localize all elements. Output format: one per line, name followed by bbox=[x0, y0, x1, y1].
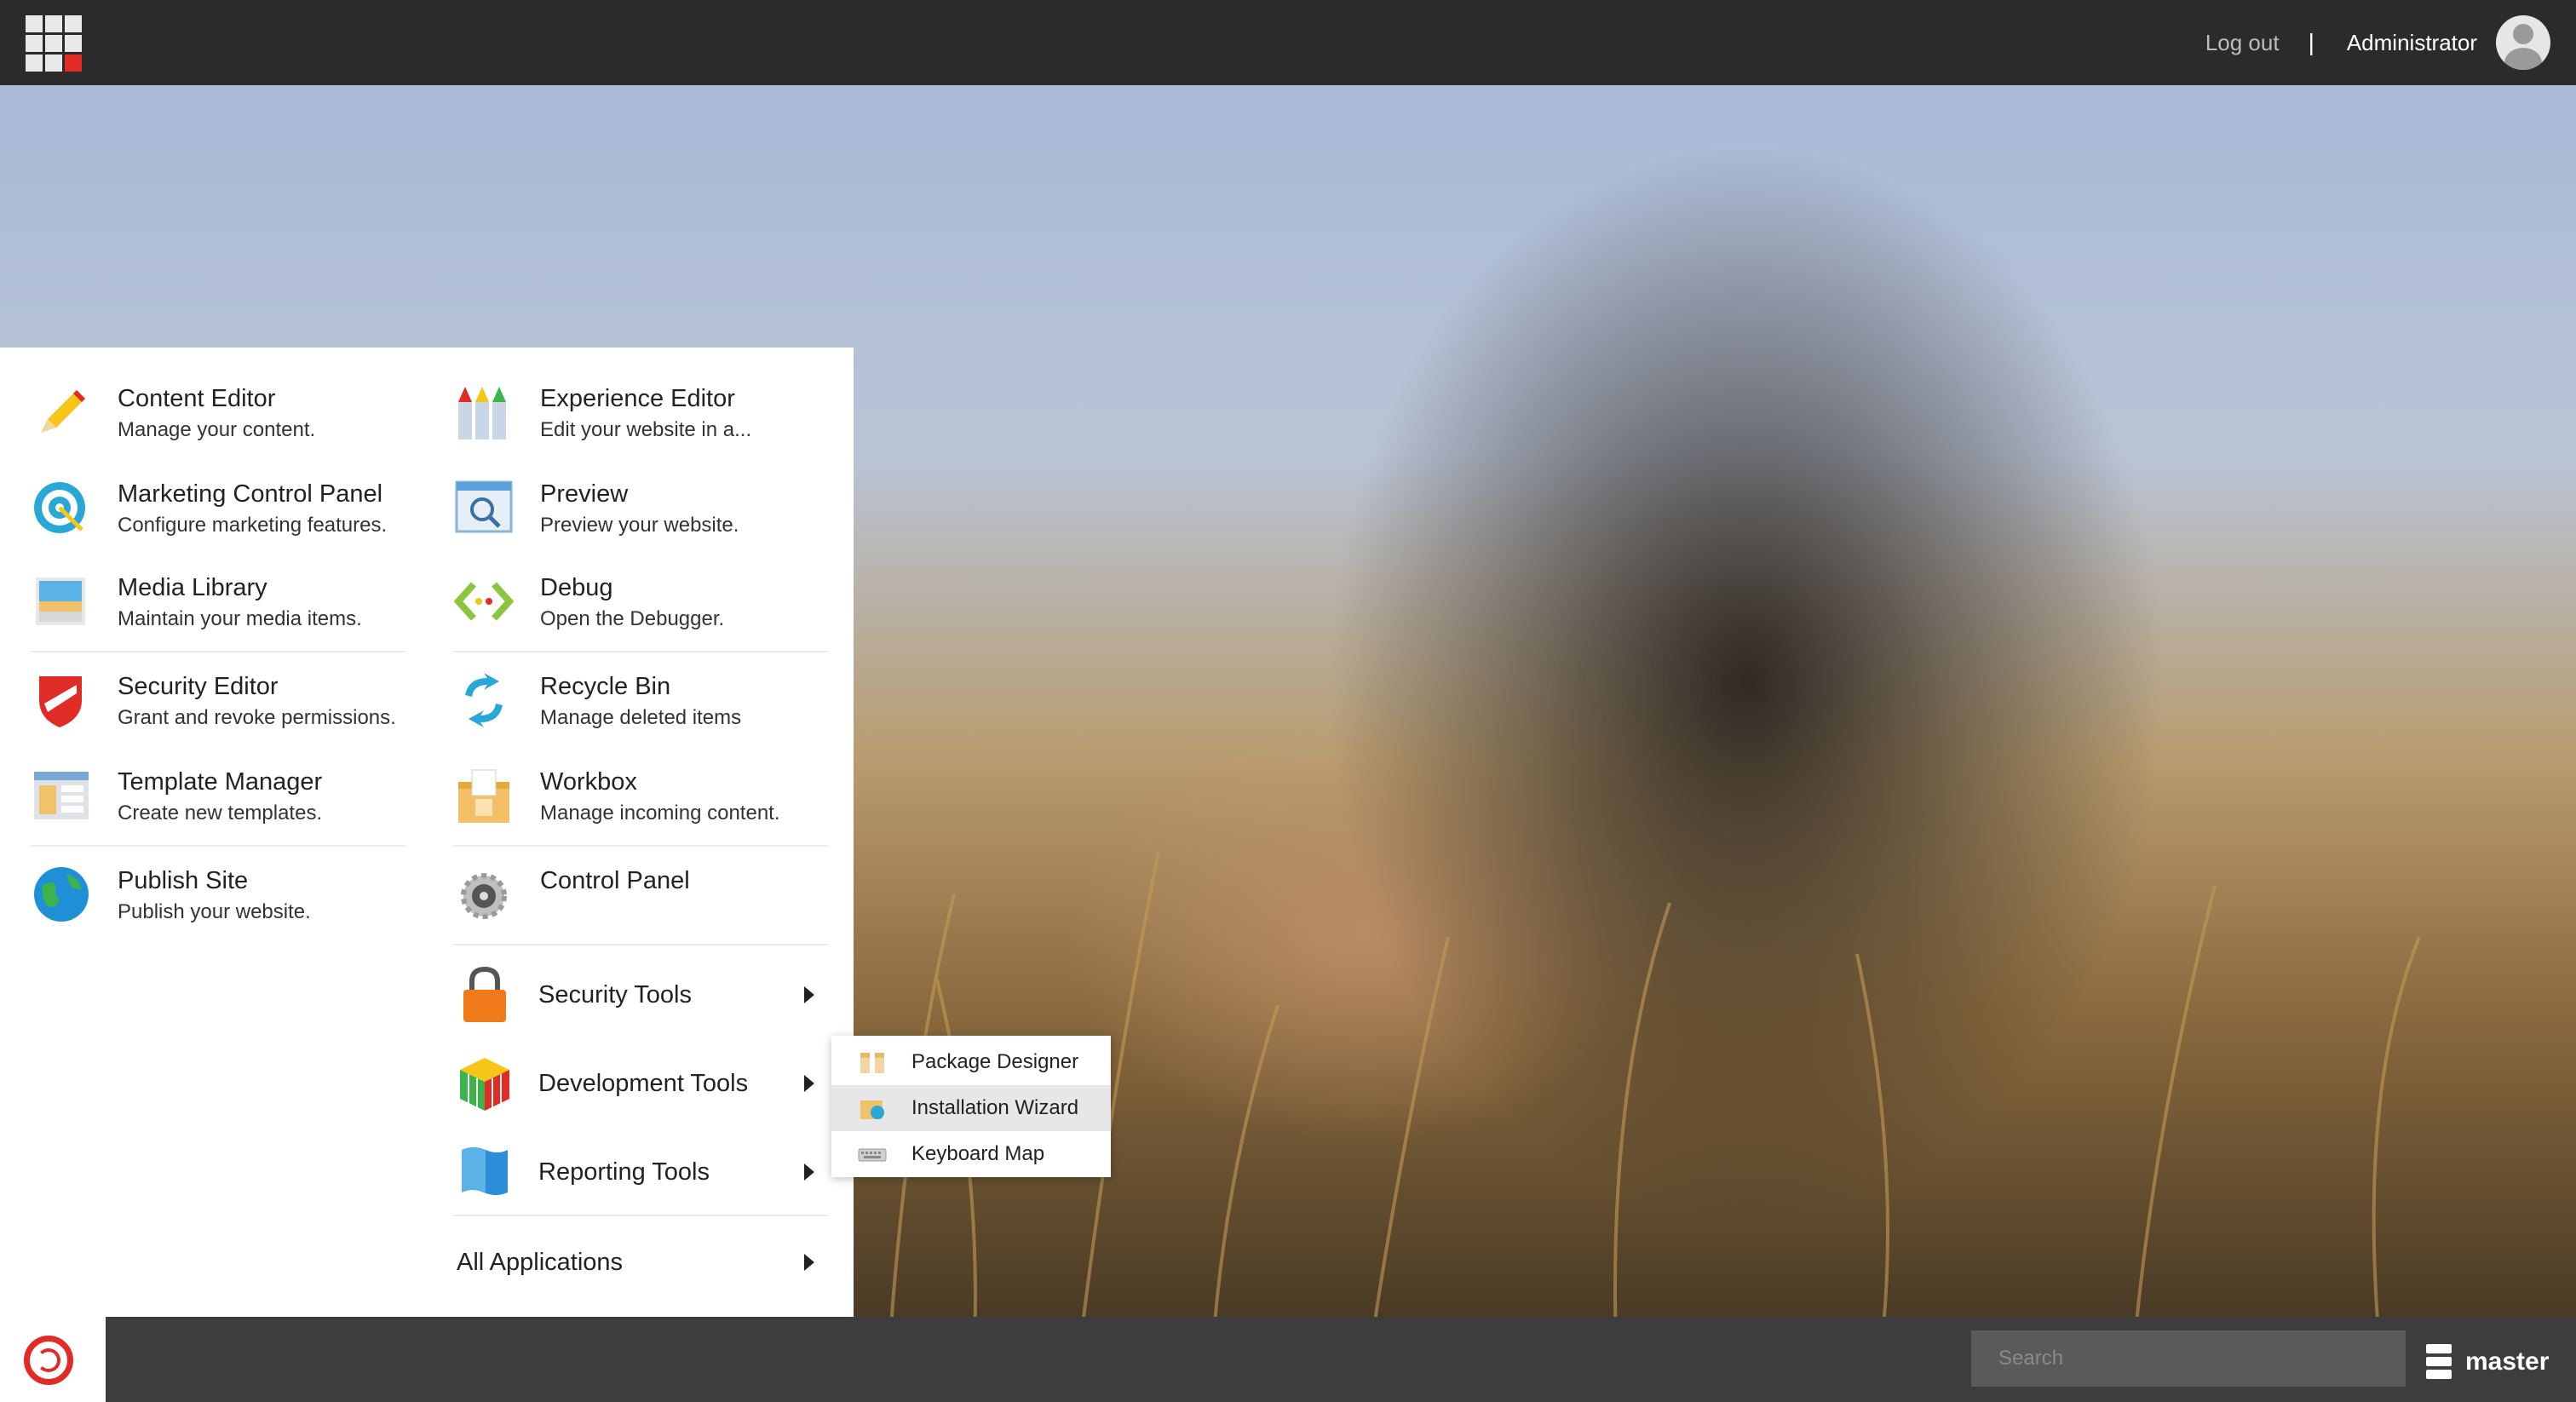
app-control-panel[interactable]: Control Panel bbox=[453, 864, 690, 925]
app-name: Control Panel bbox=[540, 867, 690, 894]
app-debug[interactable]: Debug Open the Debugger. bbox=[453, 571, 724, 632]
launchpad-grid-icon[interactable] bbox=[26, 15, 82, 72]
app-name: Security Editor bbox=[118, 673, 279, 700]
chevron-right-icon bbox=[804, 1164, 814, 1181]
app-security-editor[interactable]: Security Editor Grant and revoke permiss… bbox=[31, 669, 396, 731]
menu-security-tools[interactable]: Security Tools bbox=[457, 964, 814, 1026]
separator: | bbox=[2308, 29, 2314, 55]
submenu-label: Package Designer bbox=[911, 1050, 1079, 1073]
user-area: Log out | Administrator bbox=[2205, 0, 2550, 85]
app-name: Publish Site bbox=[118, 867, 249, 894]
report-icon bbox=[457, 1141, 513, 1203]
cube-icon bbox=[457, 1053, 513, 1114]
tool-name: Reporting Tools bbox=[538, 1158, 710, 1186]
divider bbox=[31, 651, 405, 652]
database-name: master bbox=[2465, 1347, 2550, 1376]
workbox-icon bbox=[453, 765, 515, 826]
app-marketing-control-panel[interactable]: Marketing Control Panel Configure market… bbox=[31, 477, 387, 538]
avatar[interactable] bbox=[2496, 15, 2550, 70]
chevron-right-icon bbox=[804, 986, 814, 1003]
app-recycle-bin[interactable]: Recycle Bin Manage deleted items bbox=[453, 669, 741, 731]
start-logo-icon[interactable] bbox=[24, 1336, 73, 1385]
app-template-manager[interactable]: Template Manager Create new templates. bbox=[31, 765, 322, 826]
install-icon bbox=[857, 1095, 888, 1121]
shield-icon bbox=[31, 669, 92, 731]
app-name: Recycle Bin bbox=[540, 673, 671, 700]
debug-icon bbox=[453, 571, 515, 632]
magnifier-window-icon bbox=[453, 477, 515, 538]
app-description: Manage incoming content. bbox=[540, 802, 780, 825]
crayons-icon bbox=[453, 382, 515, 443]
lock-icon bbox=[457, 964, 513, 1026]
tool-name: Security Tools bbox=[538, 980, 692, 1008]
submenu-installation-wizard[interactable]: Installation Wizard bbox=[831, 1085, 1111, 1131]
media-icon bbox=[31, 571, 92, 632]
app-description: Edit your website in a... bbox=[540, 418, 752, 441]
divider bbox=[31, 845, 405, 847]
submenu-label: Keyboard Map bbox=[911, 1142, 1045, 1165]
start-button-area bbox=[0, 1317, 106, 1402]
top-bar: Log out | Administrator bbox=[0, 0, 2576, 85]
app-name: Template Manager bbox=[118, 768, 323, 796]
keyboard-icon bbox=[857, 1141, 888, 1167]
app-name: Media Library bbox=[118, 574, 267, 601]
development-tools-submenu: Package Designer Installation Wizard Key… bbox=[831, 1036, 1111, 1177]
package-icon bbox=[857, 1049, 888, 1075]
app-description: Create new templates. bbox=[118, 802, 323, 825]
divider bbox=[453, 651, 828, 652]
submenu-keyboard-map[interactable]: Keyboard Map bbox=[831, 1131, 1111, 1177]
menu-all-applications[interactable]: All Applications bbox=[457, 1232, 814, 1293]
app-workbox[interactable]: Workbox Manage incoming content. bbox=[453, 765, 780, 826]
chevron-right-icon bbox=[804, 1254, 814, 1271]
app-experience-editor[interactable]: Experience Editor Edit your website in a… bbox=[453, 382, 751, 443]
gear-icon bbox=[453, 864, 515, 925]
search-input[interactable] bbox=[1971, 1330, 2406, 1387]
app-publish-site[interactable]: Publish Site Publish your website. bbox=[31, 864, 311, 925]
logout-link[interactable]: Log out bbox=[2205, 30, 2280, 56]
app-name: Marketing Control Panel bbox=[118, 480, 383, 508]
app-name: Workbox bbox=[540, 768, 637, 796]
template-icon bbox=[31, 765, 92, 826]
target-icon bbox=[31, 477, 92, 538]
globe-icon bbox=[31, 864, 92, 925]
divider bbox=[453, 845, 828, 847]
app-name: Debug bbox=[540, 574, 613, 601]
app-description: Maintain your media items. bbox=[118, 607, 362, 630]
divider bbox=[453, 1215, 828, 1216]
user-name[interactable]: Administrator bbox=[2347, 30, 2477, 56]
app-description: Manage deleted items bbox=[540, 706, 742, 729]
divider bbox=[453, 944, 828, 945]
app-description: Open the Debugger. bbox=[540, 607, 725, 630]
app-description: Publish your website. bbox=[118, 900, 311, 923]
app-description: Manage your content. bbox=[118, 418, 316, 441]
app-description: Grant and revoke permissions. bbox=[118, 706, 396, 729]
start-menu: Content Editor Manage your content. Mark… bbox=[0, 348, 854, 1317]
app-name: Content Editor bbox=[118, 385, 276, 412]
app-name: Experience Editor bbox=[540, 385, 735, 412]
app-description: Preview your website. bbox=[540, 514, 739, 537]
all-applications-label: All Applications bbox=[457, 1248, 624, 1276]
app-media-library[interactable]: Media Library Maintain your media items. bbox=[31, 571, 362, 632]
app-preview[interactable]: Preview Preview your website. bbox=[453, 477, 739, 538]
tool-name: Development Tools bbox=[538, 1069, 749, 1097]
pencil-icon bbox=[31, 382, 92, 443]
app-name: Preview bbox=[540, 480, 629, 508]
submenu-label: Installation Wizard bbox=[911, 1096, 1079, 1119]
recycle-icon bbox=[453, 669, 515, 731]
app-content-editor[interactable]: Content Editor Manage your content. bbox=[31, 382, 315, 443]
app-description: Configure marketing features. bbox=[118, 514, 388, 537]
chevron-right-icon bbox=[804, 1075, 814, 1092]
menu-development-tools[interactable]: Development Tools bbox=[457, 1053, 814, 1114]
menu-reporting-tools[interactable]: Reporting Tools bbox=[457, 1141, 814, 1203]
database-icon bbox=[2426, 1344, 2452, 1380]
submenu-package-designer[interactable]: Package Designer bbox=[831, 1039, 1111, 1085]
database-selector[interactable]: master bbox=[2426, 1344, 2549, 1380]
